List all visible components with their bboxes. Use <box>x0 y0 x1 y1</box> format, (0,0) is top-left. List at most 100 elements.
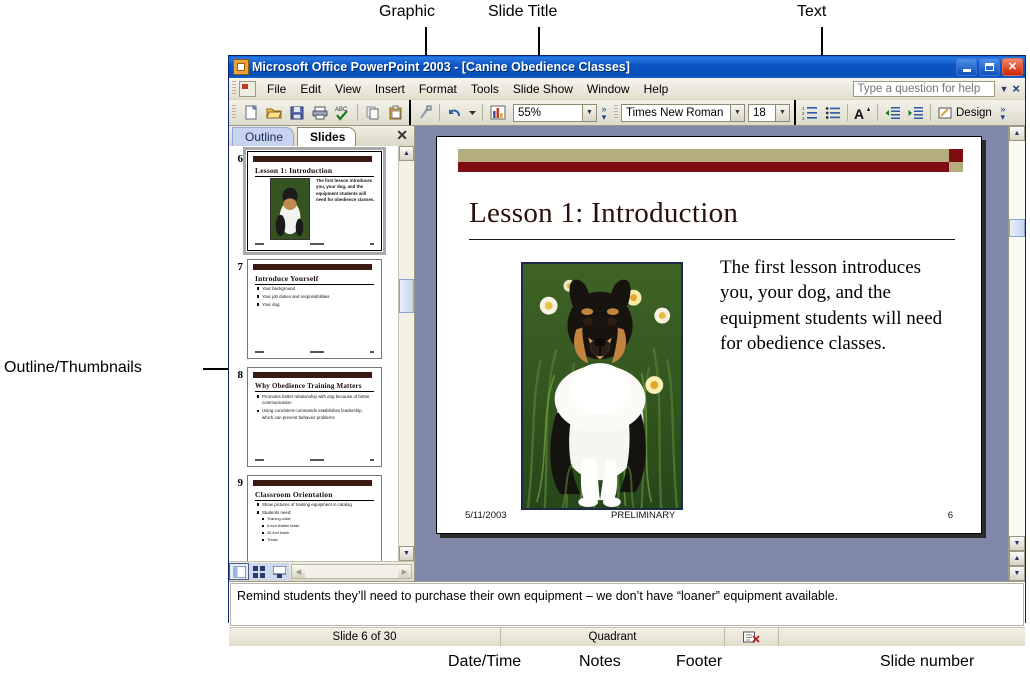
formatting-toolbar-grip[interactable] <box>614 105 618 120</box>
print-icon[interactable] <box>309 103 330 123</box>
menu-help[interactable]: Help <box>637 80 676 98</box>
scroll-up-button[interactable]: ▲ <box>399 146 414 161</box>
scroll-left-button[interactable]: ◀ <box>292 565 305 578</box>
current-slide[interactable]: Lesson 1: Introduction The first lesson … <box>436 136 982 534</box>
font-name-combo[interactable]: Times New Roman ▼ <box>621 103 745 122</box>
pane-tabs: Outline Slides ✕ <box>229 126 414 146</box>
chevron-down-icon[interactable]: ▼ <box>999 84 1008 94</box>
slide-sorter-view-icon[interactable] <box>249 563 269 580</box>
minimize-button[interactable] <box>956 58 977 76</box>
thumbnail-slide-7[interactable]: Introduce Yourself Your background Your … <box>247 259 382 359</box>
list-item[interactable]: 7 Introduce Yourself Your background You… <box>231 259 394 359</box>
chevron-down-icon[interactable]: ▼ <box>775 104 789 121</box>
notes-text[interactable]: Remind students they’ll need to purchase… <box>230 583 1024 626</box>
thumbnail-list-container: 6 Lesson 1: Introduction The first lesso… <box>229 146 414 561</box>
annotation-notes: Notes <box>579 653 621 670</box>
spelling-icon[interactable]: ABC <box>332 103 353 123</box>
normal-view-icon[interactable] <box>229 563 249 580</box>
slide-banner <box>253 156 376 162</box>
menu-window[interactable]: Window <box>580 80 637 98</box>
previous-slide-button[interactable]: ▲ <box>1009 551 1025 566</box>
window-controls: ✕ <box>956 58 1023 76</box>
save-icon[interactable] <box>286 103 307 123</box>
list-item[interactable]: 8 Why Obedience Training Matters Promote… <box>231 367 394 467</box>
tab-outline[interactable]: Outline <box>232 127 295 146</box>
scroll-thumb[interactable] <box>1009 219 1025 237</box>
powerpoint-window: Microsoft Office PowerPoint 2003 - [Cani… <box>228 55 1026 646</box>
slide-canvas: Lesson 1: Introduction The first lesson … <box>415 126 1008 581</box>
chart-icon[interactable] <box>487 103 508 123</box>
toolbar-overflow-button[interactable]: » ▾ <box>599 104 609 121</box>
slide-body-text[interactable]: The first lesson introduces you, your do… <box>720 255 948 357</box>
design-button[interactable]: Design <box>934 106 996 120</box>
thumbnail-body-text: The first lesson introduces you, your do… <box>316 178 375 203</box>
toolbar-grip[interactable] <box>232 105 236 120</box>
slide-title[interactable]: Lesson 1: Introduction <box>469 197 955 240</box>
scroll-down-button[interactable]: ▼ <box>1009 536 1025 551</box>
chevron-down-icon[interactable]: ▼ <box>582 104 596 121</box>
slide-graphic[interactable] <box>521 262 683 510</box>
toolbar-separator-2 <box>439 104 440 121</box>
slide-show-icon[interactable] <box>269 563 289 580</box>
status-bar: Slide 6 of 30 Quadrant <box>229 627 1025 646</box>
menu-view[interactable]: View <box>328 80 368 98</box>
toolbar-separator-6 <box>930 104 931 121</box>
title-bar: Microsoft Office PowerPoint 2003 - [Cani… <box>229 56 1025 78</box>
horizontal-scrollbar[interactable]: ◀ ▶ <box>291 564 412 579</box>
thumbnail-slide-9[interactable]: Classroom Orientation Show pictures of t… <box>247 475 382 561</box>
font-size-combo[interactable]: 18 ▼ <box>748 103 790 122</box>
menu-slide-show[interactable]: Slide Show <box>506 80 580 98</box>
increase-font-icon[interactable]: A <box>852 103 873 123</box>
tab-slides[interactable]: Slides <box>297 127 357 146</box>
menu-edit[interactable]: Edit <box>293 80 328 98</box>
close-button[interactable]: ✕ <box>1002 58 1023 76</box>
slide-pane-scrollbar[interactable]: ▲ ▼ ▲ ▼ <box>1008 126 1025 581</box>
menu-grip[interactable] <box>232 81 236 96</box>
copy-icon[interactable] <box>362 103 383 123</box>
thumbnail-slide-6[interactable]: Lesson 1: Introduction The first lesson … <box>243 147 386 255</box>
next-slide-button[interactable]: ▼ <box>1009 566 1025 581</box>
list-item[interactable]: 9 Classroom Orientation Show pictures of… <box>231 475 394 561</box>
menu-bar: File Edit View Insert Format Tools Slide… <box>229 78 1025 100</box>
slide-banner-bottom <box>458 162 955 172</box>
slide-editing-pane: Lesson 1: Introduction The first lesson … <box>415 126 1008 581</box>
close-document-button[interactable]: × <box>1012 81 1020 96</box>
close-icon: ✕ <box>1007 60 1018 73</box>
formatting-toolbar-overflow-button[interactable]: » ▾ <box>998 104 1008 121</box>
decrease-indent-icon[interactable] <box>882 103 903 123</box>
format-painter-icon[interactable] <box>414 103 435 123</box>
menu-tools[interactable]: Tools <box>464 80 506 98</box>
restore-button[interactable] <box>979 58 1000 76</box>
undo-dropdown-icon[interactable] <box>467 103 478 123</box>
scroll-track[interactable] <box>1009 141 1025 536</box>
thumbnail-slide-8[interactable]: Why Obedience Training Matters Promotes … <box>247 367 382 467</box>
menu-insert[interactable]: Insert <box>368 80 412 98</box>
ask-a-question-input[interactable] <box>853 80 996 97</box>
thumbnail-scrollbar[interactable]: ▲ ▼ <box>398 146 414 561</box>
undo-icon[interactable] <box>444 103 465 123</box>
close-pane-button[interactable]: ✕ <box>396 128 408 142</box>
new-icon[interactable] <box>240 103 261 123</box>
scroll-thumb[interactable] <box>399 279 414 313</box>
scroll-down-button[interactable]: ▼ <box>399 546 414 561</box>
menu-file[interactable]: File <box>260 80 293 98</box>
scroll-track[interactable] <box>399 161 414 546</box>
scroll-right-button[interactable]: ▶ <box>398 565 411 578</box>
zoom-value: 55% <box>518 106 542 119</box>
ask-a-question-box: ▼ × <box>853 80 1025 97</box>
scroll-up-button[interactable]: ▲ <box>1009 126 1025 141</box>
slide-banner <box>253 372 376 378</box>
sub-bullet: Treats <box>262 538 374 544</box>
bullets-icon[interactable] <box>822 103 843 123</box>
toolbar-separator <box>357 104 358 121</box>
powerpoint-icon <box>233 59 249 75</box>
chevron-down-icon[interactable]: ▼ <box>730 104 744 121</box>
numbering-icon[interactable]: 123 <box>799 103 820 123</box>
paste-icon[interactable] <box>385 103 406 123</box>
open-icon[interactable] <box>263 103 284 123</box>
spell-check-icon[interactable] <box>725 628 779 646</box>
zoom-combo[interactable]: 55% ▼ <box>513 103 597 122</box>
menu-format[interactable]: Format <box>412 80 464 98</box>
increase-indent-icon[interactable] <box>905 103 926 123</box>
list-item[interactable]: 6 Lesson 1: Introduction The first lesso… <box>231 147 394 255</box>
